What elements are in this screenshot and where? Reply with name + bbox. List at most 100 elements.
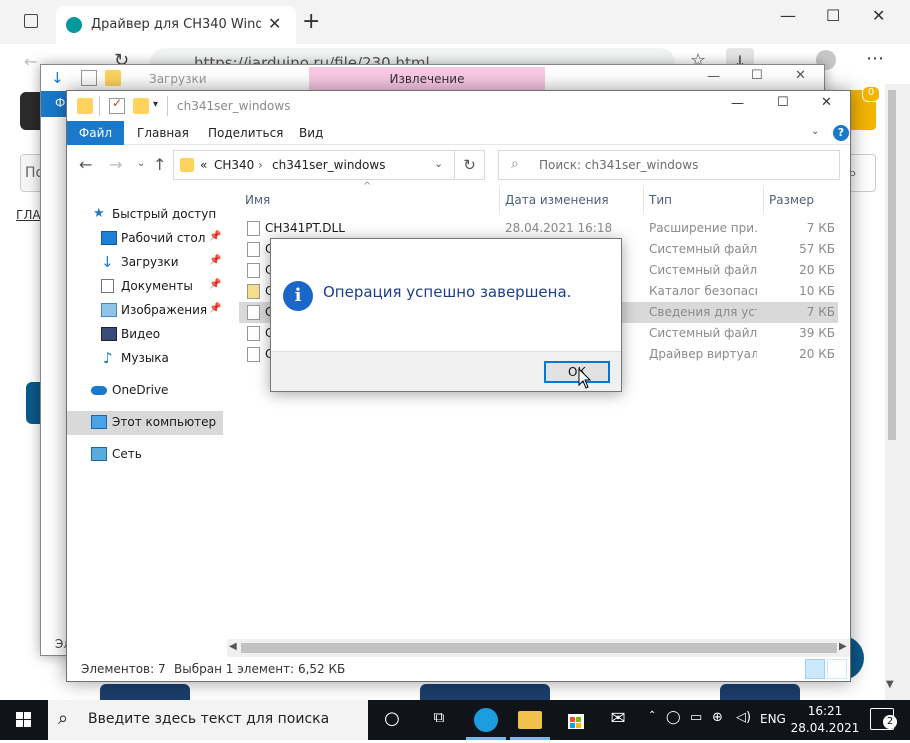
customize-toolbar-icon[interactable]: ▾	[153, 99, 158, 110]
nav-music[interactable]: ♪ Музыка	[67, 347, 227, 371]
nav-network[interactable]: Сеть	[67, 443, 227, 467]
back-icon[interactable]: ←	[24, 52, 37, 71]
browser-close-icon[interactable]: ✕	[872, 6, 885, 25]
pin-icon[interactable]: 📌	[209, 303, 221, 314]
pictures-icon	[101, 303, 117, 317]
column-divider[interactable]	[763, 187, 764, 213]
tab-view[interactable]: Вид	[299, 126, 323, 140]
success-dialog: i Операция успешно завершена. ОК	[270, 238, 622, 392]
help-icon[interactable]: ?	[833, 125, 849, 141]
win2-minimize-icon[interactable]: —	[731, 96, 744, 111]
clock-time: 16:21	[807, 704, 843, 718]
ok-button[interactable]: ОК	[544, 361, 610, 383]
win2-close-icon[interactable]: ✕	[821, 95, 832, 110]
back-arrow-icon[interactable]: ←	[79, 155, 92, 174]
properties-icon[interactable]	[81, 70, 97, 86]
nav-desktop[interactable]: Рабочий стол 📌	[67, 227, 227, 251]
star-icon: ★	[93, 206, 105, 221]
meet-now-icon[interactable]: ▭	[690, 710, 702, 725]
win2-titlebar[interactable]: ✓ ▾ ch341ser_windows — ☐ ✕	[67, 91, 850, 121]
column-date[interactable]: Дата изменения	[505, 193, 609, 207]
win1-minimize-icon[interactable]: —	[707, 69, 720, 84]
tray-overflow-icon[interactable]: ⌃	[648, 710, 656, 721]
scroll-right-icon[interactable]: ▶	[839, 641, 847, 652]
file-explorer-icon[interactable]	[518, 711, 542, 729]
win2-maximize-icon[interactable]: ☐	[777, 95, 789, 110]
win1-close-icon[interactable]: ✕	[795, 68, 806, 83]
recent-locations-icon[interactable]: ⌄	[137, 158, 145, 169]
file-type: Каталог безопасн...	[649, 284, 757, 298]
browser-minimize-icon[interactable]: —	[780, 6, 796, 25]
details-view-icon[interactable]	[805, 659, 825, 679]
title-separator	[99, 96, 100, 116]
pin-icon[interactable]: 📌	[209, 255, 221, 266]
cortana-icon[interactable]: ○	[380, 708, 404, 732]
refresh-icon[interactable]: ↻	[455, 150, 485, 180]
tab-file[interactable]: Файл	[67, 121, 124, 145]
mouse-cursor-icon	[578, 368, 592, 389]
tab-actions-icon[interactable]	[24, 14, 38, 28]
search-input[interactable]: ⌕ Поиск: ch341ser_windows	[498, 150, 840, 180]
breadcrumb-overflow[interactable]: «	[200, 158, 207, 172]
nav-downloads[interactable]: ↓ Загрузки 📌	[67, 251, 227, 275]
taskbar-search[interactable]: ⌕ Введите здесь текст для поиска	[48, 700, 368, 740]
path-dropdown-icon[interactable]: ⌄	[434, 157, 443, 170]
page-breadcrumb-link[interactable]: ГЛА	[16, 208, 41, 222]
forward-arrow-icon[interactable]: →	[109, 155, 122, 174]
scroll-left-icon[interactable]: ◀	[229, 641, 237, 652]
breadcrumb-current[interactable]: ch341ser_windows	[272, 158, 385, 172]
new-folder-icon[interactable]	[105, 70, 121, 86]
more-icon[interactable]: ⋯	[866, 48, 884, 69]
notifications-icon[interactable]: 2	[870, 708, 897, 730]
language-indicator[interactable]: ENG	[760, 712, 786, 726]
network-icon[interactable]: ⊕	[712, 710, 723, 725]
browser-tab[interactable]: Драйвер для CH340 Windows ( ✕	[56, 6, 296, 44]
extract-tab[interactable]: Извлечение	[309, 67, 545, 91]
nav-documents[interactable]: Документы 📌	[67, 275, 227, 299]
horizontal-scrollbar[interactable]: ◀ ▶	[227, 639, 850, 657]
properties-icon[interactable]: ✓	[109, 96, 125, 114]
tab-share[interactable]: Поделиться	[208, 126, 283, 140]
pin-icon[interactable]: 📌	[209, 231, 221, 242]
address-path[interactable]: « CH340 › ch341ser_windows ⌄	[173, 150, 455, 180]
clock[interactable]: 16:21 28.04.2021	[788, 703, 862, 737]
page-scroll-thumb[interactable]	[888, 90, 896, 440]
pin-icon[interactable]: 📌	[209, 279, 221, 290]
column-name[interactable]: Имя	[245, 193, 270, 207]
column-type[interactable]: Тип	[649, 193, 672, 207]
network-icon	[91, 447, 107, 461]
nav-quick-access[interactable]: ★ Быстрый доступ	[67, 203, 227, 227]
page-scrollbar[interactable]: ▼	[885, 84, 910, 700]
tab-close-icon[interactable]: ✕	[268, 14, 281, 33]
column-divider[interactable]	[643, 187, 644, 213]
people-icon[interactable]: ◯	[666, 710, 681, 725]
edge-icon[interactable]	[474, 708, 498, 732]
tab-home[interactable]: Главная	[137, 126, 189, 140]
up-arrow-icon[interactable]: ↑	[153, 155, 166, 174]
column-divider[interactable]	[499, 187, 500, 213]
tab-title: Драйвер для CH340 Windows (	[91, 17, 261, 32]
browser-maximize-icon[interactable]: ☐	[826, 6, 840, 25]
win1-titlebar[interactable]: ↓ Загрузки Извлечение — ☐ ✕	[41, 65, 824, 91]
volume-icon[interactable]: ◁)	[736, 710, 751, 725]
task-view-icon[interactable]: ⧉	[427, 708, 451, 732]
new-folder-icon[interactable]	[133, 98, 149, 114]
file-type: Расширение при...	[649, 221, 757, 235]
mail-icon[interactable]: ✉	[606, 708, 630, 732]
horizontal-scroll-thumb[interactable]	[241, 643, 837, 653]
nav-pictures[interactable]: Изображения 📌	[67, 299, 227, 323]
store-icon[interactable]	[564, 708, 588, 732]
start-button[interactable]	[0, 700, 48, 740]
nav-video[interactable]: Видео	[67, 323, 227, 347]
nav-label: Быстрый доступ	[112, 207, 217, 221]
column-size[interactable]: Размер	[769, 193, 814, 207]
expand-ribbon-icon[interactable]: ⌄	[811, 126, 819, 137]
new-tab-icon[interactable]: +	[302, 11, 320, 33]
breadcrumb-ch340[interactable]: CH340	[214, 158, 254, 172]
large-icons-view-icon[interactable]	[827, 659, 847, 679]
nav-this-pc[interactable]: Этот компьютер	[67, 411, 223, 435]
scroll-down-icon[interactable]: ▼	[886, 679, 894, 690]
nav-onedrive[interactable]: OneDrive	[67, 379, 227, 403]
file-row[interactable]: CH341PT.DLL 28.04.2021 16:18 Расширение …	[239, 218, 838, 239]
win1-maximize-icon[interactable]: ☐	[751, 68, 763, 83]
